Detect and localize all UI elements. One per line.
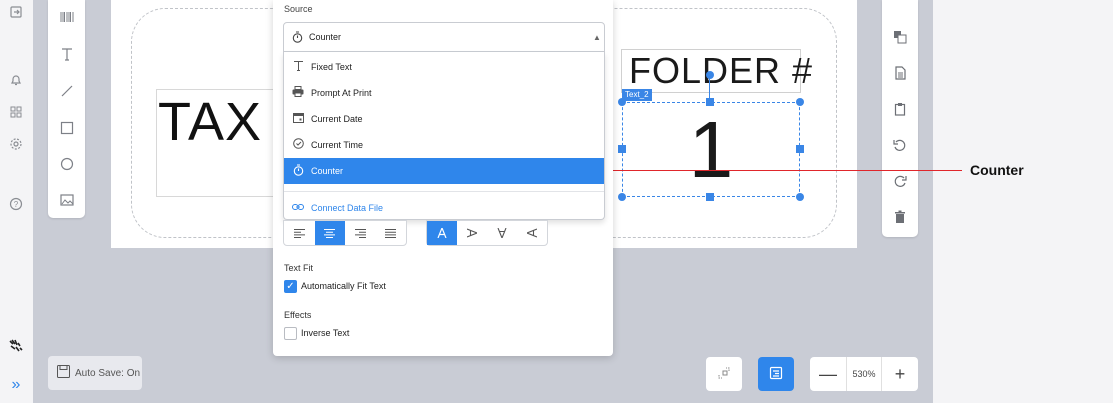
counter-text-object[interactable]: 1 [622, 104, 800, 196]
connect-data-file-label: Connect Data File [311, 203, 384, 213]
label-view-icon [769, 366, 783, 383]
auto-fit-checkbox[interactable]: ✓ [284, 280, 297, 293]
align-right-button[interactable] [345, 221, 376, 245]
direction-rotate-270-button[interactable] [517, 221, 547, 245]
bring-to-front-icon[interactable] [890, 27, 910, 47]
align-justify-button[interactable] [376, 221, 407, 245]
dropdown-item-prompt-at-print[interactable]: Prompt At Print [284, 80, 604, 106]
direction-rotate-180-button[interactable] [487, 221, 517, 245]
help-icon[interactable]: ? [6, 194, 26, 214]
zoom-in-button[interactable]: + [882, 357, 918, 391]
notification-bell-icon[interactable] [6, 70, 26, 90]
dropdown-item-fixed-text[interactable]: Fixed Text [284, 54, 604, 80]
tool-panel [48, 0, 85, 218]
resize-handle-top-left[interactable] [618, 98, 626, 106]
printer-icon [291, 86, 305, 100]
zoom-out-button[interactable]: — [810, 357, 846, 391]
right-blank-area [933, 0, 1113, 403]
annotation-line [602, 170, 962, 171]
calendar-icon [291, 112, 305, 126]
source-select-value: Counter [309, 32, 342, 42]
ellipse-tool-icon[interactable] [56, 153, 78, 175]
export-icon[interactable] [6, 2, 26, 22]
dropdown-item-current-date[interactable]: Current Date [284, 106, 604, 132]
brand-logo-icon [6, 336, 26, 356]
paste-icon[interactable] [890, 99, 910, 119]
delete-icon[interactable] [890, 207, 910, 227]
rectangle-tool-icon[interactable] [56, 117, 78, 139]
label-view-button[interactable] [758, 357, 794, 391]
line-tool-icon[interactable] [56, 80, 78, 102]
inverse-text-checkbox[interactable] [284, 327, 297, 340]
clock-icon [291, 138, 305, 152]
zoom-value[interactable]: 530% [846, 357, 882, 391]
settings-gear-icon[interactable] [6, 134, 26, 154]
svg-text:?: ? [14, 200, 19, 209]
rotate-handle[interactable] [706, 71, 714, 79]
stopwatch-icon [292, 31, 303, 46]
dropdown-item-label: Prompt At Print [311, 88, 372, 98]
text-fit-label: Text Fit [284, 263, 314, 273]
text-alignment-group [283, 220, 407, 246]
barcode-tool-icon[interactable] [56, 6, 78, 28]
grid-icon[interactable] [6, 102, 26, 122]
effects-label: Effects [284, 310, 312, 320]
undo-icon[interactable] [890, 135, 910, 155]
align-left-button[interactable] [284, 221, 315, 245]
resize-handle-right[interactable] [796, 145, 804, 153]
connect-data-file-link[interactable]: Connect Data File [284, 195, 604, 221]
resize-handle-bottom[interactable] [706, 193, 714, 201]
resize-handle-bottom-right[interactable] [796, 193, 804, 201]
folder-text-object[interactable]: FOLDER # [629, 50, 813, 92]
stopwatch-icon [291, 163, 305, 179]
copy-icon[interactable] [890, 63, 910, 83]
dropdown-divider [284, 191, 604, 192]
autosave-button[interactable]: Auto Save: On [48, 356, 142, 390]
text-direction-group [426, 220, 548, 246]
inverse-text-label[interactable]: Inverse Text [301, 328, 349, 338]
caret-up-icon: ▲ [593, 33, 601, 42]
fit-to-screen-icon [717, 366, 731, 383]
resize-handle-left[interactable] [618, 145, 626, 153]
resize-handle-top[interactable] [706, 98, 714, 106]
link-icon [291, 202, 305, 214]
tax-text-object[interactable]: TAX [158, 91, 262, 153]
resize-handle-bottom-left[interactable] [618, 193, 626, 201]
zoom-control: — 530% + [810, 357, 918, 391]
dropdown-item-current-time[interactable]: Current Time [284, 132, 604, 158]
annotation-label: Counter [970, 162, 1024, 178]
dropdown-item-label: Current Date [311, 114, 363, 124]
text-tool-icon[interactable] [56, 43, 78, 65]
fixed-text-icon [291, 60, 305, 74]
object-action-panel [882, 0, 918, 237]
resize-handle-top-right[interactable] [796, 98, 804, 106]
source-label: Source [284, 4, 313, 14]
direction-rotate-90-button[interactable] [457, 221, 487, 245]
expand-chevrons-icon[interactable]: » [6, 375, 26, 395]
dropdown-item-label: Fixed Text [311, 62, 352, 72]
image-tool-icon[interactable] [56, 189, 78, 211]
auto-fit-label[interactable]: Automatically Fit Text [301, 281, 386, 291]
save-icon [57, 365, 70, 381]
fit-to-screen-button[interactable] [706, 357, 742, 391]
dropdown-item-counter[interactable]: Counter [284, 158, 604, 184]
autosave-label: Auto Save: On [75, 367, 141, 379]
align-center-button[interactable] [314, 221, 345, 245]
direction-normal-button[interactable] [427, 221, 457, 245]
dropdown-item-label: Current Time [311, 140, 364, 150]
object-name-tag: Text_2 [622, 89, 652, 101]
redo-icon[interactable] [890, 171, 910, 191]
left-rail: ? » [0, 0, 33, 403]
dropdown-item-label: Counter [311, 166, 344, 176]
